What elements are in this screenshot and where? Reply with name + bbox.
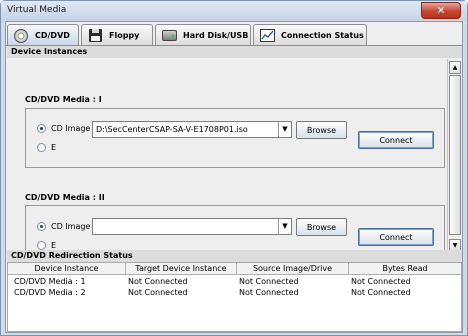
tab-cd-dvd[interactable]: CD/DVD [7,24,79,46]
table-header: Device Instance Target Device Instance S… [8,263,461,275]
device-instances-header: Device Instances [7,46,462,58]
title-bar: Virtual Media ✕ [1,1,467,21]
tab-connection-status[interactable]: Connection Status [253,24,367,45]
connect-button-2[interactable]: Connect [358,228,434,246]
close-icon: ✕ [436,4,446,17]
media-2-panel: CD Image ▼ Browse E Connect [25,205,445,254]
cd-image-combo-1[interactable]: D:\SecCenterCSAP-SA-V-E1708P01.iso ▼ [92,121,292,138]
tab-strip: CD/DVD Floppy Hard Disk/USB Connection S… [6,24,462,46]
cd-image-label-2: CD Image [51,222,91,231]
cd-image-value-1: D:\SecCenterCSAP-SA-V-E1708P01.iso [96,125,248,134]
table-cell: CD/DVD Media : 1 [14,277,86,286]
media-1-panel: CD Image D:\SecCenterCSAP-SA-V-E1708P01.… [25,108,445,168]
drive-radio-2[interactable] [37,241,46,250]
chevron-down-icon[interactable]: ▼ [278,122,291,137]
browse-button-1[interactable]: Browse [296,121,347,139]
table-cell: Not Connected [128,277,188,286]
table-cell: Not Connected [351,277,411,286]
virtual-media-window: Virtual Media ✕ CD/DVD Floppy Hard Disk/… [0,0,468,336]
tab-floppy[interactable]: Floppy [81,24,153,45]
tab-label: Hard Disk/USB [183,30,249,40]
table-cell: Not Connected [239,277,299,286]
window-title: Virtual Media [7,5,67,15]
tab-label: Connection Status [281,30,364,40]
connection-status-icon [258,27,276,43]
hard-disk-icon [160,27,178,43]
client-area: CD/DVD Floppy Hard Disk/USB Connection S… [5,21,463,333]
browse-button-2[interactable]: Browse [296,218,347,236]
vertical-scrollbar[interactable]: ▲ ▼ [447,59,461,254]
column-header[interactable]: Source Image/Drive [237,263,349,275]
scroll-up-icon[interactable]: ▲ [449,61,461,74]
cd-image-radio-1[interactable] [37,124,46,133]
tab-label: Floppy [109,30,140,40]
chevron-down-icon[interactable]: ▼ [278,219,291,234]
scroll-thumb[interactable] [449,75,461,235]
column-header[interactable]: Device Instance [8,263,126,275]
cd-image-label-1: CD Image [51,124,91,133]
tab-hard-disk-usb[interactable]: Hard Disk/USB [155,24,251,45]
table-cell: Not Connected [239,288,299,297]
tab-label: CD/DVD [35,31,70,40]
media-1-label: CD/DVD Media : I [25,95,102,104]
cd-dvd-icon [12,28,30,44]
table-cell: Not Connected [128,288,188,297]
column-header[interactable]: Target Device Instance [126,263,237,275]
media-2-label: CD/DVD Media : II [25,193,105,202]
close-button[interactable]: ✕ [421,2,461,19]
redirection-status-header: CD/DVD Redirection Status [7,250,462,262]
redirection-status-table: Device Instance Target Device Instance S… [7,262,462,332]
device-instances-panel: CD/DVD Media : I CD Image D:\SecCenterCS… [7,59,447,254]
column-header[interactable]: Bytes Read [349,263,461,275]
drive-radio-1[interactable] [37,143,46,152]
cd-image-combo-2[interactable]: ▼ [92,218,292,235]
table-cell: CD/DVD Media : 2 [14,288,86,297]
connect-button-1[interactable]: Connect [358,131,434,149]
drive-label-2: E [51,241,57,250]
drive-label-1: E [51,143,57,152]
table-cell: Not Connected [351,288,411,297]
floppy-icon [86,27,104,43]
cd-image-radio-2[interactable] [37,222,46,231]
